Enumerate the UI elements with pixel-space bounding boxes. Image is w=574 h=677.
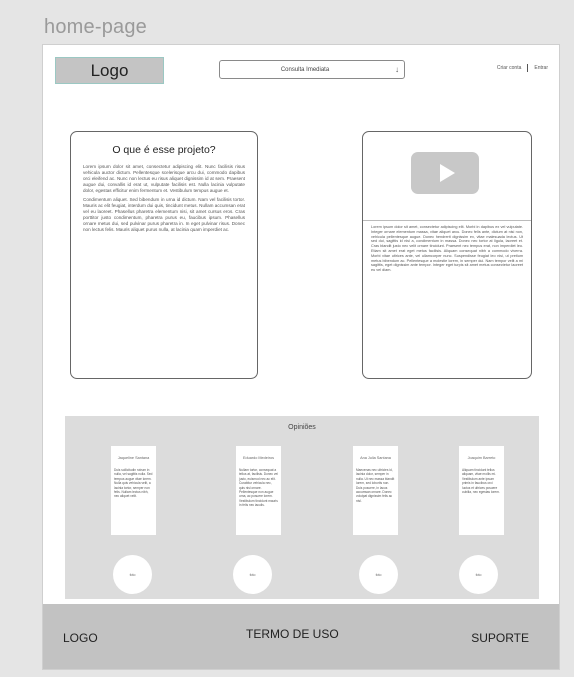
opinion-text: Duis sollicitudin rutrum in nulla, vel s… [114, 468, 153, 499]
login-link[interactable]: Entrar [534, 65, 548, 71]
consult-select[interactable]: Consulta Imediata ↓ [219, 60, 405, 79]
opinion-text: Maecenas nec ultricies id, lacinia dolor… [356, 468, 395, 503]
opinion-card: Joaquim Barreto Aliquam tincidunt tellus… [459, 446, 504, 535]
page-frame: Logo Consulta Imediata ↓ Criar conta Entr… [42, 44, 560, 670]
avatar: foto [459, 555, 498, 594]
opinions-title: Opiniões [288, 424, 316, 431]
chevron-down-icon[interactable]: ↓ [390, 65, 404, 74]
about-title: O que é esse projeto? [112, 144, 216, 156]
page-label: home-page [44, 16, 147, 38]
video-play-button[interactable] [411, 152, 479, 194]
header-logo[interactable]: Logo [55, 57, 164, 84]
avatar: foto [233, 555, 272, 594]
create-account-link[interactable]: Criar conta [497, 65, 521, 71]
footer: LOGO TERMO DE USO SUPORTE [43, 604, 559, 669]
opinion-author: Joaquim Barreto [467, 456, 496, 460]
opinion-text: Nullam tortor, consequat a tellus at, fa… [239, 468, 278, 508]
footer-terms-link[interactable]: TERMO DE USO [246, 627, 339, 641]
video-divider [363, 220, 531, 221]
opinion-author: Jaqueline Santana [117, 456, 150, 460]
about-project-card: O que é esse projeto? Lorem ipsum dolor … [70, 131, 258, 379]
opinions-section: Opiniões Jaqueline Santana Duis sollicit… [65, 416, 539, 599]
consult-select-value: Consulta Imediata [280, 66, 330, 73]
opinion-card: Jaqueline Santana Duis sollicitudin rutr… [111, 446, 156, 535]
avatar: foto [359, 555, 398, 594]
footer-support-link[interactable]: SUPORTE [471, 631, 529, 645]
auth-links: Criar conta Entrar [494, 64, 551, 72]
opinion-author: Ana Julia Santana [360, 456, 391, 460]
opinion-author: Eduardo Medeiros [242, 456, 275, 460]
about-paragraph: Lorem ipsum dolor sit amet, consectetur … [83, 164, 245, 193]
play-icon [439, 164, 455, 182]
avatar: foto [113, 555, 152, 594]
auth-divider [527, 64, 529, 72]
opinion-card: Ana Julia Santana Maecenas nec ultricies… [353, 446, 398, 535]
opinion-card: Eduardo Medeiros Nullam tortor, consequa… [236, 446, 281, 535]
about-paragraph: Condimentum aliquet. Sed bibendum in urn… [83, 197, 245, 232]
video-description: Lorem ipsum dolor sit amet, consectetur … [371, 225, 523, 273]
video-card: Lorem ipsum dolor sit amet, consectetur … [362, 131, 532, 379]
opinion-text: Aliquam tincidunt tellus aliquam, vitae … [462, 468, 500, 495]
footer-logo[interactable]: LOGO [63, 631, 98, 645]
